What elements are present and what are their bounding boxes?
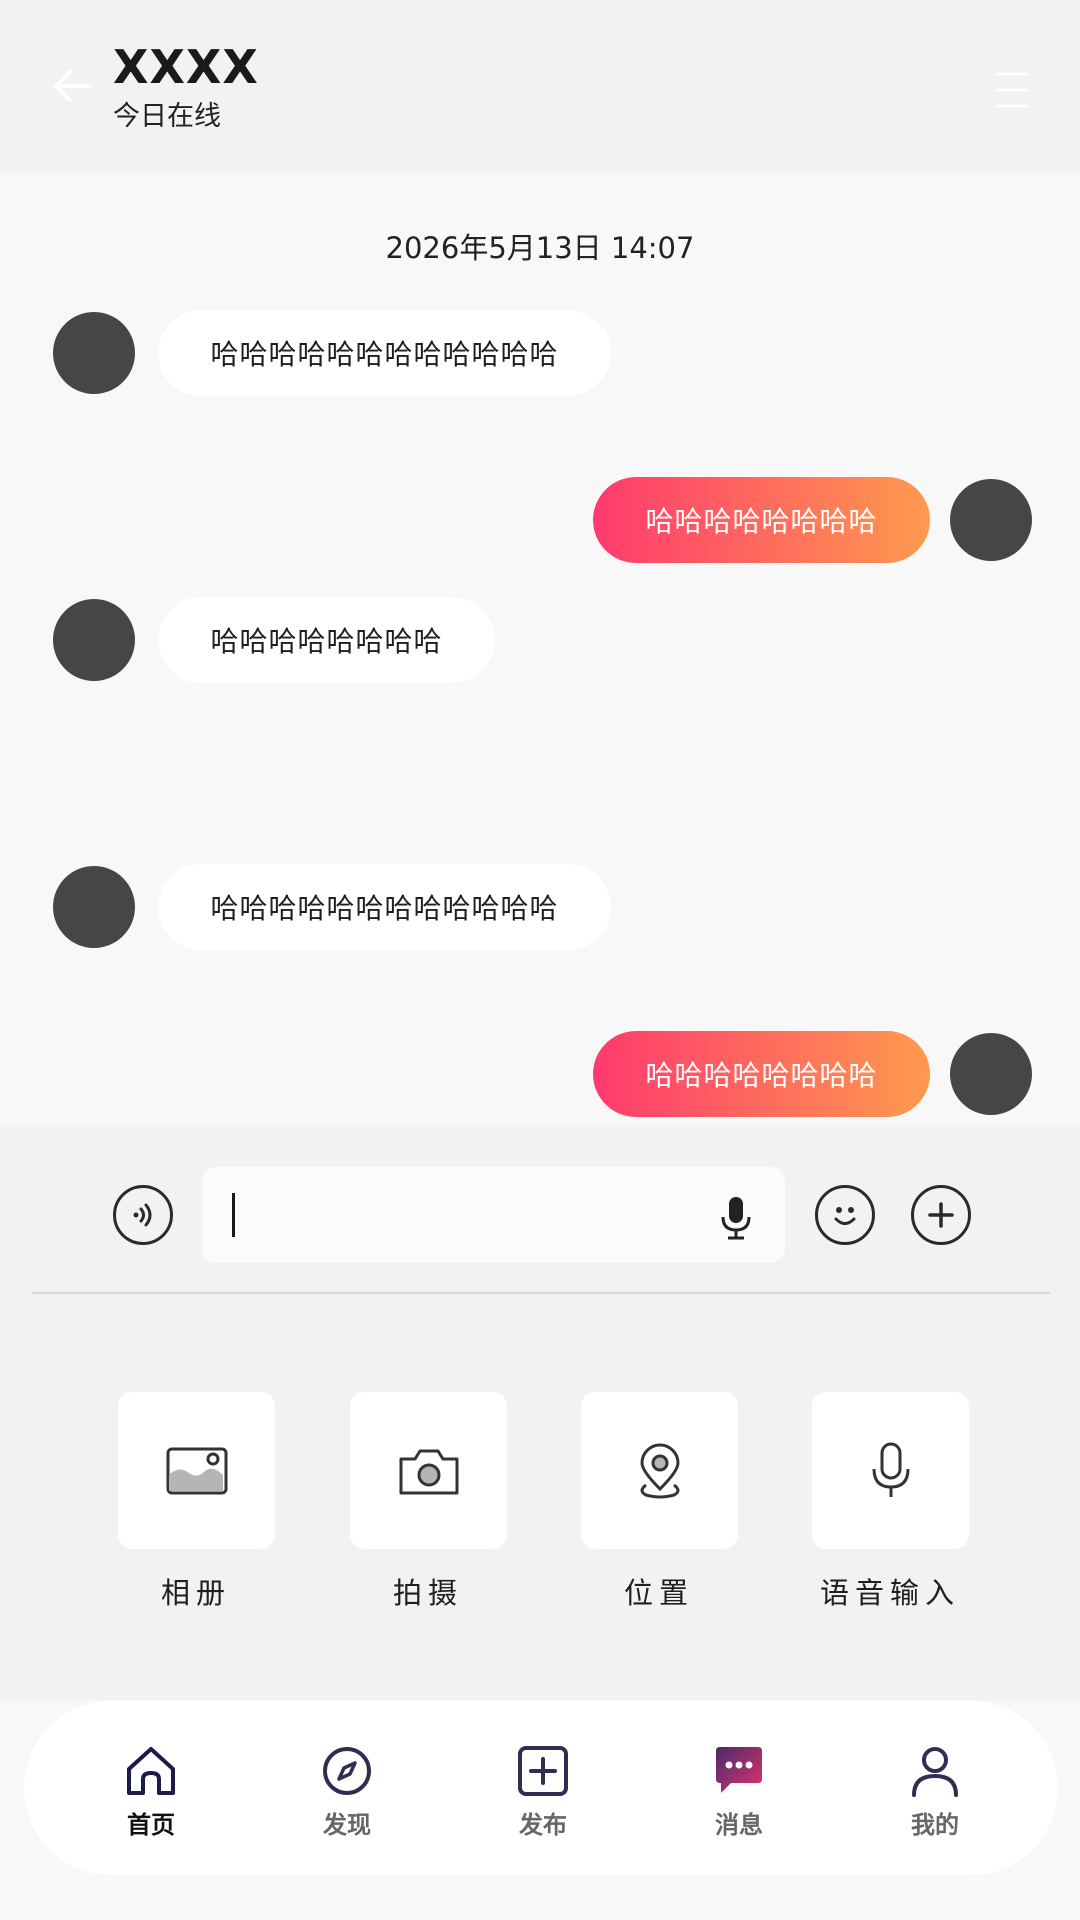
chat-timestamp: 2026年5月13日 14:07 [385,231,695,265]
microphone-icon[interactable] [718,1195,754,1241]
tab-label: 发布 [519,1811,567,1839]
camera-label: 拍摄 [392,1576,463,1610]
contact-avatar[interactable] [53,599,135,681]
album-button[interactable] [118,1392,275,1549]
panel-divider [32,1292,1050,1294]
location-button[interactable] [581,1392,738,1549]
location-label: 位置 [623,1576,694,1610]
add-post-icon [518,1746,568,1796]
message-bubble-incoming[interactable]: 哈哈哈哈哈哈哈哈哈哈哈哈 [158,310,611,396]
tab-profile[interactable]: 我的 [855,1701,1015,1875]
tab-label: 发现 [323,1811,371,1839]
voice-mode-button[interactable] [113,1185,173,1245]
text-caret [232,1193,235,1237]
tab-label: 我的 [911,1811,959,1839]
camera-button[interactable] [350,1392,507,1549]
voice-mode-icon [133,1203,152,1227]
message-bubble-outgoing[interactable]: 哈哈哈哈哈哈哈哈 [593,477,930,563]
message-icon [716,1747,762,1793]
contact-avatar[interactable] [53,312,135,394]
add-button[interactable] [911,1185,971,1245]
tab-label: 首页 [127,1811,175,1839]
voice-input-button[interactable] [812,1392,969,1549]
online-status: 今日在线 [113,101,221,132]
photo-album-icon [166,1447,227,1494]
my-avatar[interactable] [950,479,1032,561]
home-icon [127,1747,175,1795]
tab-discover[interactable]: 发现 [267,1701,427,1875]
message-bubble-incoming[interactable]: 哈哈哈哈哈哈哈哈哈哈哈哈 [158,864,611,950]
chat-header: XXXX 今日在线 [0,0,1080,173]
message-bubble-incoming[interactable]: 哈哈哈哈哈哈哈哈 [158,597,495,683]
album-label: 相册 [160,1576,231,1610]
menu-icon[interactable] [994,70,1030,110]
bottom-tab-bar: 首页 发现 发布 消息 我的 [24,1701,1058,1875]
message-bubble-outgoing[interactable]: 哈哈哈哈哈哈哈哈 [593,1031,930,1117]
camera-icon [399,1449,458,1494]
voice-input-label: 语音输入 [819,1576,960,1610]
message-input[interactable] [202,1167,785,1263]
microphone-icon [872,1442,909,1497]
contact-name: XXXX [113,40,259,94]
emoji-icon [834,1207,856,1225]
tab-messages[interactable]: 消息 [659,1701,819,1875]
contact-avatar[interactable] [53,866,135,948]
tab-publish[interactable]: 发布 [463,1701,623,1875]
my-avatar[interactable] [950,1033,1032,1115]
compass-icon [323,1747,371,1795]
user-icon [912,1747,958,1797]
emoji-button[interactable] [815,1185,875,1245]
tab-home[interactable]: 首页 [71,1701,231,1875]
location-icon [639,1443,680,1498]
tab-label: 消息 [715,1811,763,1839]
arrow-left-icon[interactable] [48,62,96,110]
plus-icon [928,1202,954,1228]
